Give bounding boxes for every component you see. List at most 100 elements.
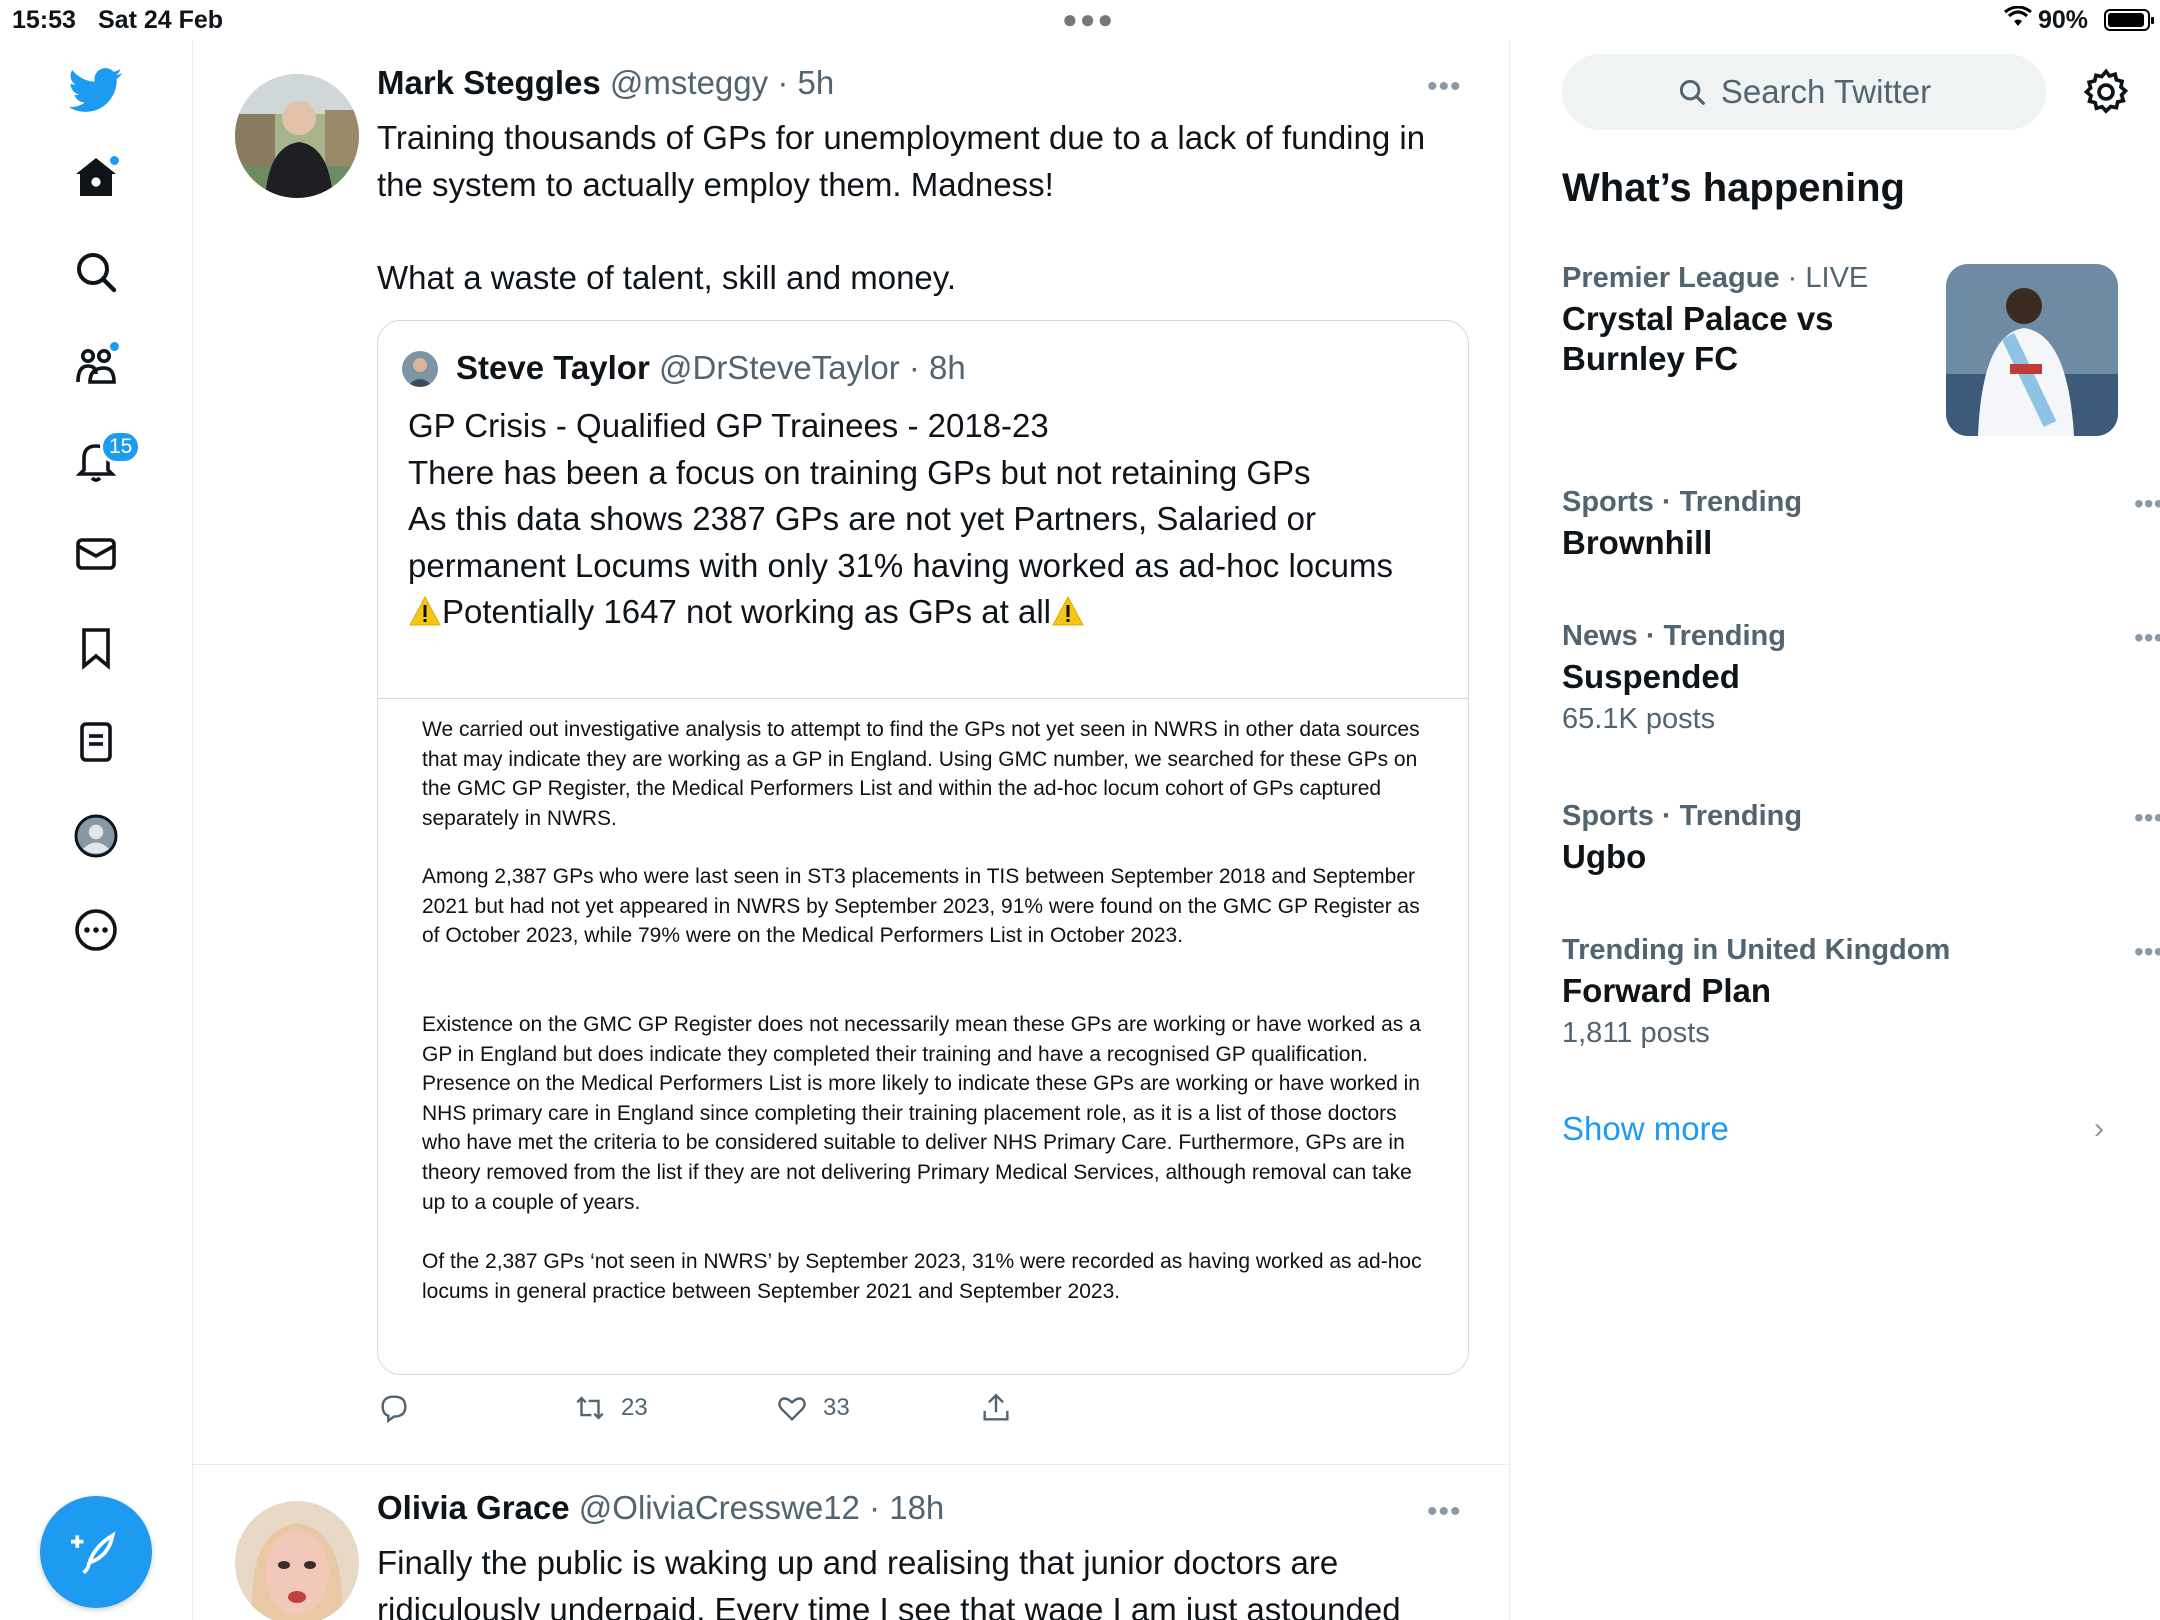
status-date: Sat 24 Feb [98, 6, 224, 34]
trend-item[interactable]: Sports · Trending Brownhill ••• [1562, 486, 2160, 563]
avatar [402, 351, 438, 387]
reply-icon [381, 1395, 407, 1424]
quoted-text-line: permanent Locums with only 31% having wo… [408, 546, 1394, 584]
tweet-time[interactable]: · 5h [777, 64, 834, 101]
heart-icon [778, 1397, 806, 1422]
reply-button[interactable] [377, 1391, 411, 1425]
trend-thumbnail[interactable] [1946, 264, 2118, 436]
notifications-count-badge: 15 [100, 430, 142, 464]
home-new-dot [108, 154, 121, 167]
quoted-tweet-time: · 8h [908, 349, 966, 386]
quoted-text-line: Potentially 1647 not working as GPs at a… [442, 593, 1052, 630]
author-name[interactable]: Olivia Grace [377, 1489, 570, 1526]
bookmarks-icon[interactable] [66, 618, 126, 678]
trend-context: Sports · Trending [1562, 800, 1803, 832]
trend-title: Brownhill [1562, 524, 1713, 561]
multitasking-dots-icon[interactable]: ●●● [1062, 4, 1115, 35]
communities-new-dot [108, 340, 121, 353]
trend-title: Suspended [1562, 658, 1740, 695]
left-navigation: 15 [0, 40, 192, 1620]
battery-percentage: 90% [2038, 6, 2089, 34]
tweet-text: Finally the public is waking up and real… [377, 1544, 1401, 1620]
trend-item[interactable]: Trending in United Kingdom Forward Plan … [1562, 934, 2160, 1050]
share-icon [983, 1393, 1009, 1421]
show-more-link[interactable]: Show more [1562, 1110, 1729, 1148]
quoted-text-line: As this data shows 2387 GPs are not yet … [408, 500, 1316, 537]
more-options-icon[interactable] [66, 900, 126, 960]
tweet-text: Training thousands of GPs for unemployme… [377, 119, 1426, 203]
trend-context: Trending in United Kingdom [1562, 934, 1951, 966]
status-bar: 15:53 Sat 24 Feb ●●● 90% [0, 0, 2160, 40]
warning-icon [408, 593, 442, 640]
twitter-logo-icon[interactable] [66, 60, 126, 120]
timeline-feed: Mark Steggles @msteggy · 5h ••• Training… [192, 40, 1511, 1620]
trend-title: Forward Plan [1562, 972, 1772, 1009]
trend-context: News · Trending [1562, 620, 1786, 652]
trend-context: Sports · Trending [1562, 486, 1803, 518]
avatar[interactable] [235, 74, 359, 198]
wifi-icon [2004, 5, 2032, 35]
tweet[interactable]: Mark Steggles @msteggy · 5h ••• Training… [193, 40, 1511, 1464]
like-count: 33 [823, 1394, 850, 1421]
retweet-icon [576, 1396, 604, 1420]
search-placeholder: Search Twitter [1720, 73, 1932, 110]
trend-item[interactable]: Premier League · LIVE Crystal Palace vs … [1562, 262, 1932, 379]
tweet[interactable]: Olivia Grace @OliviaCresswe12 · 18h ••• … [193, 1465, 1511, 1620]
trend-item[interactable]: Sports · Trending Ugbo ••• [1562, 800, 2160, 877]
trend-title: Crystal Palace vs Burnley FC [1562, 300, 1834, 377]
tweet-more-icon[interactable]: ••• [1427, 1495, 1462, 1529]
tweet-more-icon[interactable]: ••• [1427, 70, 1462, 104]
live-label: · LIVE [1787, 262, 1869, 294]
like-button[interactable]: 33 [775, 1391, 850, 1425]
battery-icon [2104, 9, 2154, 31]
trend-more-icon[interactable]: ••• [2134, 622, 2160, 654]
profile-avatar-icon[interactable] [66, 806, 126, 866]
trend-more-icon[interactable]: ••• [2134, 488, 2160, 520]
trend-title: Ugbo [1562, 838, 1647, 875]
messages-mail-icon[interactable] [66, 524, 126, 584]
right-sidebar: Search Twitter What’s happening Premier … [1510, 40, 2160, 1620]
explore-search-icon[interactable] [66, 242, 126, 302]
notifications-bell-icon[interactable]: 15 [66, 430, 142, 490]
trend-category: Premier League [1562, 262, 1780, 294]
trend-item[interactable]: News · Trending Suspended 65.1K posts ••… [1562, 620, 2160, 736]
chevron-right-icon: › [2094, 1112, 2104, 1145]
trend-more-icon[interactable]: ••• [2134, 802, 2160, 834]
trend-post-count: 65.1K posts [1562, 703, 1716, 735]
author-handle[interactable]: @OliviaCresswe12 [579, 1489, 860, 1526]
retweet-count: 23 [621, 1394, 648, 1421]
avatar[interactable] [235, 1501, 359, 1620]
compose-feather-icon [71, 1531, 116, 1575]
warning-icon [1051, 593, 1085, 640]
lists-icon[interactable] [66, 712, 126, 772]
communities-icon[interactable] [66, 336, 126, 396]
image-paragraph: Of the 2,387 GPs ‘not seen in NWRS’ by S… [422, 1250, 1422, 1303]
quoted-tweet[interactable]: Steve Taylor @DrSteveTaylor · 8h GP Cris… [377, 320, 1469, 1375]
quoted-tweet-text: GP Crisis - Qualified GP Trainees - 2018… [408, 403, 1448, 640]
author-handle[interactable]: @msteggy [610, 64, 768, 101]
home-icon[interactable] [66, 148, 126, 208]
trend-more-icon[interactable]: ••• [2134, 936, 2160, 968]
search-icon [1679, 79, 1705, 105]
quoted-tweet-image[interactable]: We carried out investigative analysis to… [378, 698, 1468, 1374]
quoted-text-line: There has been a focus on training GPs b… [408, 453, 1311, 491]
retweet-button[interactable]: 23 [573, 1391, 648, 1425]
settings-gear-icon[interactable] [2080, 66, 2132, 118]
status-time: 15:53 [12, 6, 76, 34]
quoted-text-line: GP Crisis - Qualified GP Trainees - 2018… [408, 407, 1049, 444]
quoted-author-name: Steve Taylor [456, 349, 650, 386]
quoted-author-handle: @DrSteveTaylor [658, 349, 900, 386]
share-button[interactable] [979, 1391, 1013, 1425]
quoted-text-line-warning: Potentially 1647 not working as GPs at a… [408, 589, 1448, 640]
image-paragraph: Existence on the GMC GP Register does no… [422, 1013, 1421, 1214]
search-input[interactable]: Search Twitter [1562, 54, 2046, 130]
tweet-text: What a waste of talent, skill and money. [377, 259, 956, 296]
author-name[interactable]: Mark Steggles [377, 64, 601, 101]
tweet-time[interactable]: · 18h [869, 1489, 944, 1526]
image-paragraph: Among 2,387 GPs who were last seen in ST… [422, 865, 1420, 948]
trend-post-count: 1,811 posts [1562, 1017, 1710, 1049]
whats-happening-title: What’s happening [1562, 166, 1905, 210]
image-paragraph: We carried out investigative analysis to… [422, 718, 1420, 830]
tweet-actions: 23 33 [377, 1391, 1177, 1431]
compose-tweet-button[interactable] [40, 1496, 152, 1608]
